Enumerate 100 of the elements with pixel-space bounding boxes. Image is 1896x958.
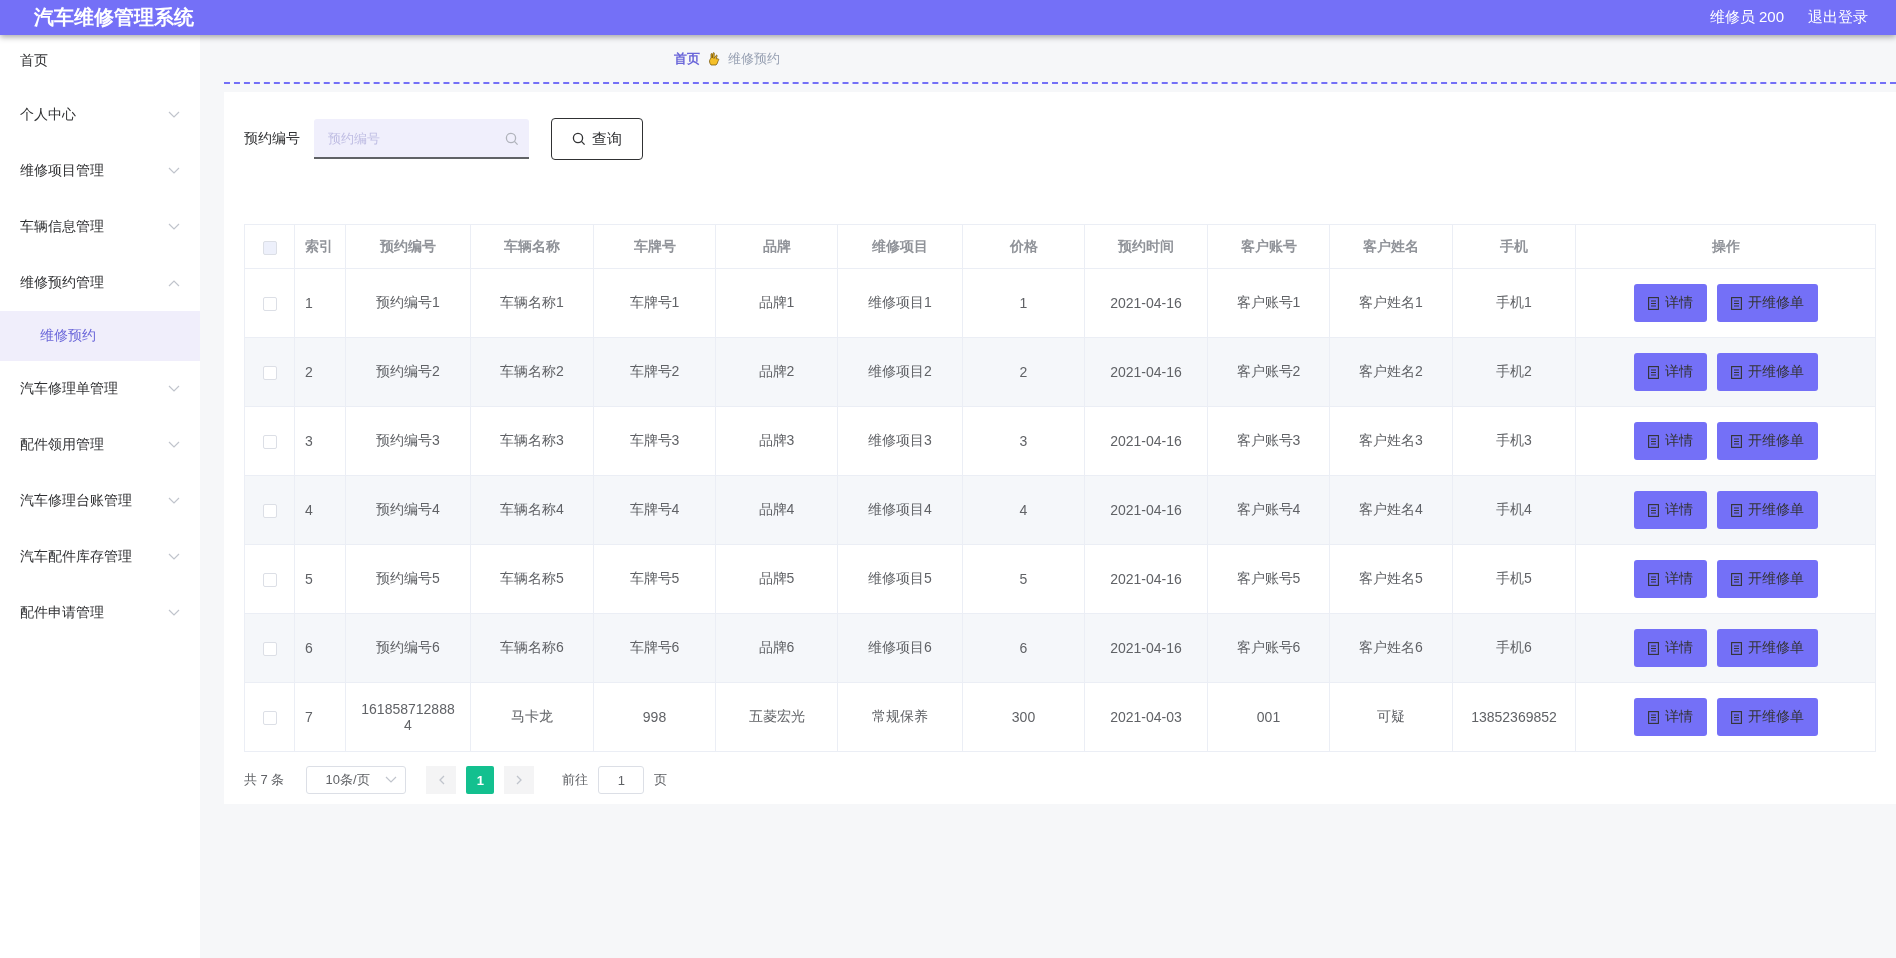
table-cell: 维修项目3 bbox=[837, 406, 963, 476]
table-cell: 2 bbox=[294, 337, 346, 407]
table-cell: 车辆名称2 bbox=[470, 337, 594, 407]
row-checkbox[interactable] bbox=[262, 642, 277, 657]
action-button[interactable]: 开维修单 bbox=[1716, 629, 1818, 667]
table-cell: 维修项目4 bbox=[837, 475, 963, 545]
column-header: 客户账号 bbox=[1207, 224, 1330, 269]
row-checkbox[interactable] bbox=[262, 711, 277, 726]
document-icon bbox=[1730, 641, 1742, 655]
logout-link[interactable]: 退出登录 bbox=[1808, 8, 1868, 27]
table-cell: 3 bbox=[962, 406, 1085, 476]
table-cell: 4 bbox=[962, 475, 1085, 545]
action-button[interactable]: 开维修单 bbox=[1716, 422, 1818, 460]
sidebar-item[interactable]: 配件申请管理 bbox=[0, 585, 200, 641]
table-cell: 品牌5 bbox=[715, 544, 838, 614]
table-cell: 2021-04-16 bbox=[1084, 613, 1208, 683]
column-header: 操作 bbox=[1575, 224, 1876, 269]
row-checkbox[interactable] bbox=[262, 435, 277, 450]
search-label: 预约编号 bbox=[244, 130, 300, 148]
table-cell: 车牌号3 bbox=[593, 406, 716, 476]
action-button[interactable]: 详情 bbox=[1633, 491, 1707, 529]
table-cell: 1 bbox=[294, 268, 346, 338]
sidebar-item[interactable]: 车辆信息管理 bbox=[0, 199, 200, 255]
table-cell: 车辆名称4 bbox=[470, 475, 594, 545]
chevron-icon bbox=[168, 279, 180, 287]
table-cell: 品牌1 bbox=[715, 268, 838, 338]
table-cell: 001 bbox=[1207, 682, 1330, 752]
table-cell: 手机1 bbox=[1452, 268, 1576, 338]
table-cell: 998 bbox=[593, 682, 716, 752]
user-label: 维修员 200 bbox=[1709, 8, 1784, 27]
column-header: 索引 bbox=[294, 224, 346, 269]
action-button[interactable]: 详情 bbox=[1633, 698, 1707, 736]
breadcrumb-item[interactable]: 首页 bbox=[674, 49, 700, 68]
table-cell: 客户姓名4 bbox=[1329, 475, 1453, 545]
column-header: 客户姓名 bbox=[1329, 224, 1453, 269]
sidebar-item[interactable]: 汽车修理台账管理 bbox=[0, 473, 200, 529]
table-cell: 预约编号4 bbox=[345, 475, 471, 545]
row-checkbox[interactable] bbox=[262, 573, 277, 588]
table-cell: 品牌4 bbox=[715, 475, 838, 545]
document-icon bbox=[1730, 434, 1742, 448]
table-cell: 13852369852 bbox=[1452, 682, 1576, 752]
table-cell: 手机4 bbox=[1452, 475, 1576, 545]
goto-page-field[interactable]: 1 bbox=[598, 766, 645, 794]
table-cell: 预约编号3 bbox=[345, 406, 471, 476]
chevron-left-icon bbox=[437, 775, 445, 785]
table-cell: 300 bbox=[962, 682, 1085, 752]
table-cell: 车牌号2 bbox=[593, 337, 716, 407]
row-checkbox[interactable] bbox=[262, 366, 277, 381]
sidebar-subitem[interactable]: 维修预约 bbox=[0, 311, 200, 361]
action-button[interactable]: 详情 bbox=[1633, 629, 1707, 667]
query-button[interactable]: 查询 bbox=[551, 118, 643, 160]
sidebar-item[interactable]: 维修项目管理 bbox=[0, 143, 200, 199]
table-cell: 客户账号4 bbox=[1207, 475, 1330, 545]
sidebar-item[interactable]: 配件领用管理 bbox=[0, 417, 200, 473]
column-header: 维修项目 bbox=[837, 224, 963, 269]
table-cell: 车辆名称5 bbox=[470, 544, 594, 614]
document-icon bbox=[1647, 641, 1659, 655]
action-button[interactable]: 详情 bbox=[1633, 353, 1707, 391]
chevron-icon bbox=[385, 776, 398, 784]
app-title: 汽车维修管理系统 bbox=[34, 5, 194, 30]
action-button[interactable]: 开维修单 bbox=[1716, 284, 1818, 322]
table-cell: 维修项目5 bbox=[837, 544, 963, 614]
document-icon bbox=[1647, 365, 1659, 379]
action-button[interactable]: 详情 bbox=[1633, 284, 1707, 322]
row-checkbox[interactable] bbox=[262, 297, 277, 312]
document-icon bbox=[1730, 296, 1742, 310]
document-icon bbox=[1647, 434, 1659, 448]
action-button[interactable]: 开维修单 bbox=[1716, 491, 1818, 529]
column-header: 预约编号 bbox=[345, 224, 471, 269]
sidebar-item[interactable]: 首页 bbox=[0, 35, 200, 87]
column-header: 品牌 bbox=[715, 224, 838, 269]
table-cell: 6 bbox=[962, 613, 1085, 683]
sidebar-item[interactable]: 汽车配件库存管理 bbox=[0, 529, 200, 585]
action-button[interactable]: 开维修单 bbox=[1716, 353, 1818, 391]
table-cell: 预约编号6 bbox=[345, 613, 471, 683]
document-icon bbox=[1730, 365, 1742, 379]
next-page-button[interactable] bbox=[504, 766, 535, 794]
row-checkbox[interactable] bbox=[262, 504, 277, 519]
page-size-select[interactable]: 10条/页 bbox=[306, 766, 407, 794]
page-button[interactable]: 1 bbox=[466, 766, 495, 794]
table-cell: 2021-04-16 bbox=[1084, 337, 1208, 407]
total-count: 共 7 条 bbox=[244, 771, 285, 789]
table-cell: 客户姓名3 bbox=[1329, 406, 1453, 476]
table-cell: 客户账号5 bbox=[1207, 544, 1330, 614]
prev-page-button[interactable] bbox=[426, 766, 457, 794]
table-cell: 车辆名称3 bbox=[470, 406, 594, 476]
table-cell: 手机2 bbox=[1452, 337, 1576, 407]
document-icon bbox=[1647, 572, 1659, 586]
action-button[interactable]: 详情 bbox=[1633, 422, 1707, 460]
sidebar-item[interactable]: 个人中心 bbox=[0, 87, 200, 143]
table-cell: 马卡龙 bbox=[470, 682, 594, 752]
action-button[interactable]: 开维修单 bbox=[1716, 560, 1818, 598]
column-header: 手机 bbox=[1452, 224, 1576, 269]
sidebar-item[interactable]: 维修预约管理 bbox=[0, 255, 200, 311]
chevron-right-icon bbox=[515, 775, 523, 785]
sidebar-item[interactable]: 汽车修理单管理 bbox=[0, 361, 200, 417]
action-button[interactable]: 开维修单 bbox=[1716, 698, 1818, 736]
select-all-checkbox[interactable] bbox=[262, 240, 277, 255]
table-cell: 预约编号1 bbox=[345, 268, 471, 338]
action-button[interactable]: 详情 bbox=[1633, 560, 1707, 598]
